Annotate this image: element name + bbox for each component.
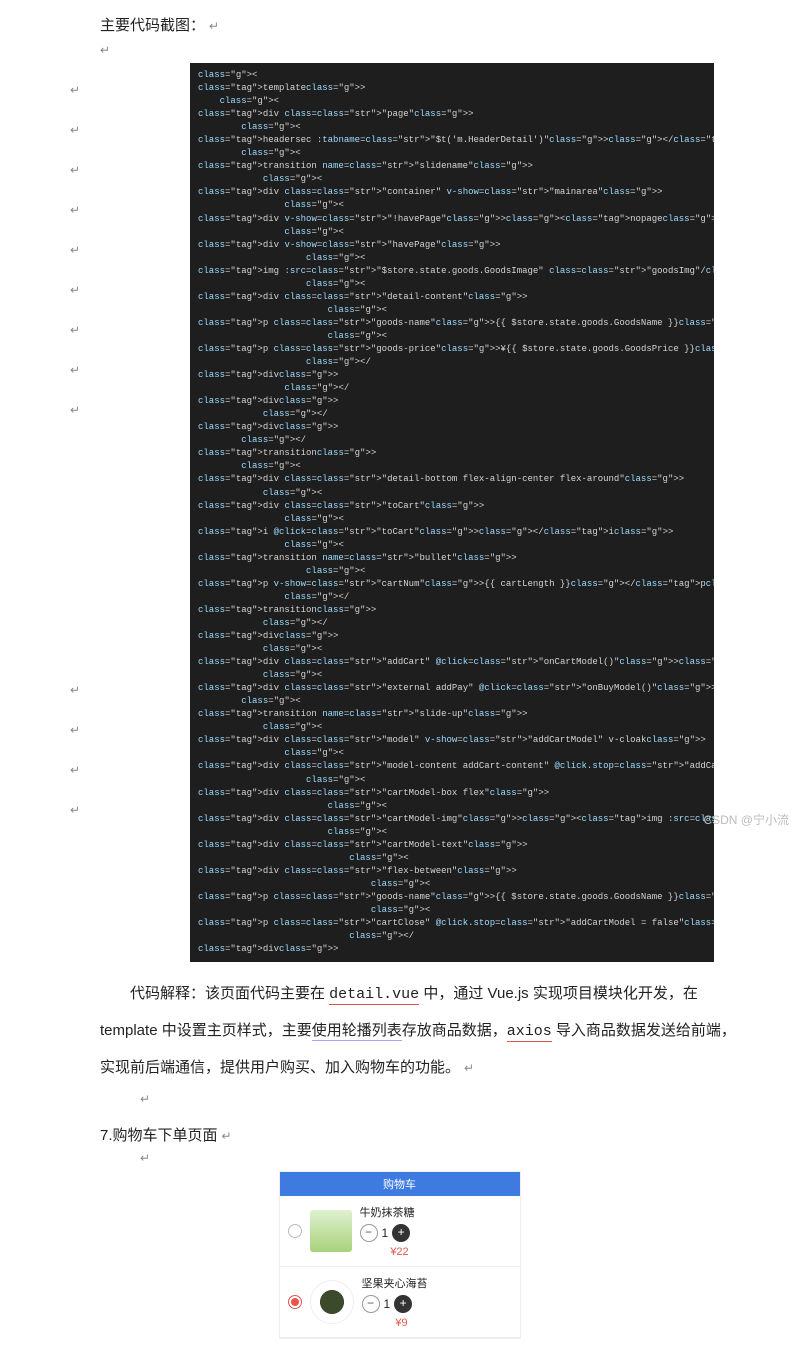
cart-header: 购物车 [280, 1172, 520, 1196]
minus-button[interactable]: − [362, 1295, 380, 1313]
product-price: ¥9 [362, 1317, 442, 1329]
underline-axios: axios [507, 1023, 552, 1042]
watermark: CSDN @宁小流 [703, 811, 789, 828]
minus-button[interactable]: − [360, 1224, 378, 1242]
margin-markers: ↵↵↵↵↵↵↵↵↵ [70, 70, 80, 430]
plus-button[interactable]: + [394, 1295, 412, 1313]
explanation-paragraph: 代码解释：该页面代码主要在 detail.vue 中，通过 Vue.js 实现项… [100, 976, 739, 1086]
radio-unselected[interactable] [288, 1224, 302, 1238]
code-screenshot: class="g"><class="tag">templateclass="g"… [190, 63, 714, 962]
qty-stepper: − 1 + [360, 1224, 512, 1242]
underline-carousel: 使用轮播列表 [312, 1022, 402, 1041]
section-7-text: 7.购物车下单页面 [100, 1127, 218, 1144]
explain-lead: 代码解释：该页面代码主要在 [130, 985, 329, 1002]
radio-selected[interactable] [288, 1295, 302, 1309]
product-price: ¥22 [360, 1246, 440, 1258]
para-marker: ↵ [222, 1129, 232, 1143]
qty-value: 1 [384, 1297, 391, 1311]
heading-main-code: 主要代码截图： ↵ [100, 14, 739, 35]
plus-button[interactable]: + [392, 1224, 410, 1242]
underline-detail-vue: detail.vue [329, 986, 419, 1005]
product-name: 坚果夹心海苔 [362, 1275, 512, 1291]
heading-text: 主要代码截图： [100, 17, 205, 34]
cart-mockup: 购物车 牛奶抹茶糖 − 1 + ¥22 坚果夹心海苔 − 1 [279, 1171, 521, 1339]
blank-line: ↵ [140, 1092, 739, 1106]
product-thumb [310, 1210, 352, 1252]
margin-markers: ↵↵↵↵ [70, 670, 80, 830]
cart-item-row: 牛奶抹茶糖 − 1 + ¥22 [280, 1196, 520, 1267]
blank-line: ↵ [140, 1151, 739, 1165]
explain-p2: 存放商品数据， [402, 1022, 507, 1039]
qty-stepper: − 1 + [362, 1295, 512, 1313]
section-7-title: 7.购物车下单页面 ↵ [100, 1124, 739, 1145]
para-marker: ↵ [209, 19, 219, 33]
product-thumb [310, 1280, 354, 1324]
blank-line: ↵ [100, 43, 739, 57]
cart-item-row: 坚果夹心海苔 − 1 + ¥9 [280, 1267, 520, 1338]
product-name: 牛奶抹茶糖 [360, 1204, 512, 1220]
qty-value: 1 [382, 1226, 389, 1240]
para-marker: ↵ [464, 1061, 474, 1075]
